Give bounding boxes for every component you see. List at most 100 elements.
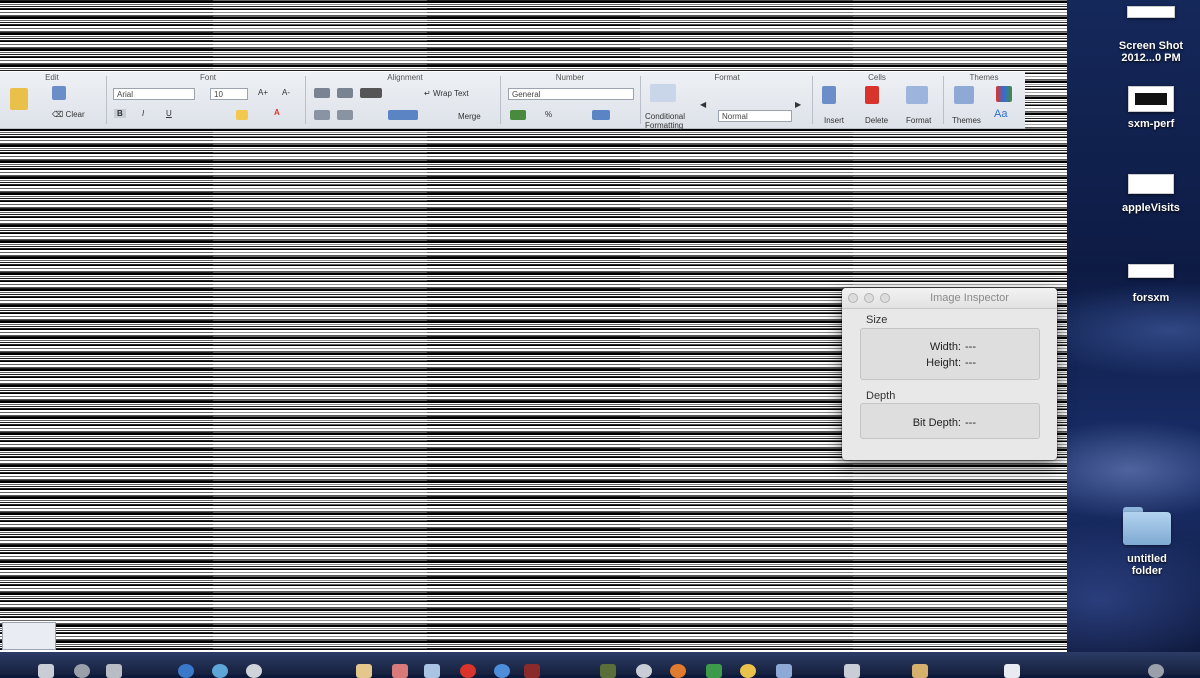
fill-color-icon[interactable]	[236, 110, 248, 120]
document-thumbnail-icon	[1128, 86, 1174, 112]
align-left-icon[interactable]	[314, 110, 330, 120]
ribbon-group-edit: Edit	[45, 73, 59, 82]
ribbon-group-font: Font	[199, 73, 216, 82]
normal-style-box[interactable]: Normal	[718, 110, 792, 122]
bit-depth-label: Bit Depth:	[912, 417, 961, 429]
chrome-icon[interactable]	[740, 664, 756, 678]
system-preferences-icon[interactable]	[636, 664, 652, 678]
underline-button[interactable]: U	[166, 109, 172, 118]
excel-ribbon: Edit Font Alignment Number Format Cells …	[0, 72, 1025, 130]
document-thumbnail-icon	[1128, 264, 1174, 278]
delete-button[interactable]: Delete	[865, 116, 888, 125]
indent-icon[interactable]	[388, 110, 418, 120]
font-size-box[interactable]: 10	[210, 88, 248, 100]
notes-icon[interactable]	[356, 664, 372, 678]
merge-button[interactable]: Merge	[458, 112, 481, 121]
grow-font-button[interactable]: A+	[258, 88, 268, 97]
desktop-item-label: sxm-perf	[1127, 118, 1175, 130]
app-store-icon[interactable]	[494, 664, 510, 678]
ribbon-separator	[500, 76, 501, 124]
desktop-item-applevisits[interactable]: appleVisits	[1113, 174, 1189, 214]
style-prev-arrow[interactable]: ◀	[700, 100, 706, 109]
desktop-item-untitled-folder[interactable]: untitled folder	[1109, 507, 1185, 577]
conditional-formatting-button[interactable]: Conditional Formatting	[645, 112, 685, 130]
wrap-text-button[interactable]: ↵ Wrap Text	[424, 89, 469, 98]
align-center-icon[interactable]	[337, 110, 353, 120]
fill-icon[interactable]	[52, 86, 66, 100]
bit-depth-value: ---	[965, 417, 976, 429]
font-name-box[interactable]: Arial	[113, 88, 195, 100]
ribbon-group-format: Format	[714, 73, 740, 82]
font-color-button[interactable]: A	[274, 108, 280, 117]
desktop-item-label: folder	[1131, 565, 1163, 577]
ribbon-group-cells: Cells	[868, 73, 886, 82]
inspector-titlebar[interactable]: Image Inspector	[842, 288, 1057, 309]
desktop-item-screenshot[interactable]: Screen Shot 2012...0 PM	[1113, 6, 1189, 64]
calendar-icon[interactable]	[392, 664, 408, 678]
eraser-icon: ⌫	[52, 110, 64, 119]
bold-button[interactable]: B	[114, 109, 126, 118]
textedit-icon[interactable]	[912, 664, 928, 678]
theme-fonts-button[interactable]: Aa	[994, 108, 1007, 120]
desktop-item-sxm-perf[interactable]: sxm-perf	[1113, 86, 1189, 130]
align-middle-icon[interactable]	[337, 88, 353, 98]
paste-icon[interactable]	[10, 88, 28, 110]
firefox-icon[interactable]	[670, 664, 686, 678]
photo-booth-icon[interactable]	[524, 664, 540, 678]
ribbon-separator	[305, 76, 306, 124]
terminal-icon[interactable]	[776, 664, 792, 678]
desktop-item-label: Screen Shot	[1118, 40, 1184, 52]
mission-control-icon[interactable]	[106, 664, 122, 678]
number-format-box[interactable]: General	[508, 88, 634, 100]
desktop-item-label: untitled	[1127, 553, 1167, 565]
insert-button[interactable]: Insert	[824, 116, 844, 125]
insert-cells-icon[interactable]	[822, 86, 836, 104]
align-top-icon[interactable]	[314, 88, 330, 98]
launchpad-icon[interactable]	[74, 664, 90, 678]
currency-icon[interactable]	[510, 110, 526, 120]
style-next-arrow[interactable]: ▶	[795, 100, 801, 109]
ribbon-separator	[106, 76, 107, 124]
delete-cells-icon[interactable]	[865, 86, 879, 104]
shrink-font-button[interactable]: A-	[282, 88, 290, 97]
safari-icon[interactable]	[178, 664, 194, 678]
size-box: Width: --- Height: ---	[860, 328, 1040, 380]
desktop-item-label: appleVisits	[1122, 202, 1180, 214]
excel-icon[interactable]	[600, 664, 616, 678]
height-label: Height:	[926, 357, 961, 369]
finder-icon[interactable]	[38, 664, 54, 678]
contacts-icon[interactable]	[246, 664, 262, 678]
height-value: ---	[965, 357, 976, 369]
conditional-formatting-icon[interactable]	[650, 84, 676, 102]
height-row: Height: ---	[861, 357, 976, 369]
sheet-thumbnail[interactable]	[2, 622, 56, 650]
format-button[interactable]: Format	[906, 116, 931, 125]
folder-icon	[1123, 507, 1171, 545]
utility-icon[interactable]	[844, 664, 860, 678]
width-label: Width:	[929, 341, 961, 353]
align-bottom-icon[interactable]	[360, 88, 382, 98]
desktop-item-label: 2012...0 PM	[1121, 52, 1181, 64]
itunes-icon[interactable]	[460, 664, 476, 678]
document-thumbnail-icon	[1128, 174, 1174, 194]
document-stack-icon[interactable]	[1004, 664, 1020, 678]
italic-button[interactable]: I	[142, 109, 144, 118]
mail-icon[interactable]	[212, 664, 228, 678]
themes-button[interactable]: Themes	[952, 116, 981, 125]
image-inspector-panel[interactable]: Image Inspector Size Width: --- Height: --…	[842, 288, 1057, 460]
percent-button[interactable]: %	[545, 110, 552, 119]
width-value: ---	[965, 341, 976, 353]
clear-button[interactable]: ⌫ Clear	[52, 110, 85, 119]
format-cells-icon[interactable]	[906, 86, 928, 104]
trash-icon[interactable]	[1148, 664, 1164, 678]
decimal-icon[interactable]	[592, 110, 610, 120]
preview-icon[interactable]	[424, 664, 440, 678]
themes-icon[interactable]	[954, 86, 974, 104]
wrap-text-icon: ↵	[424, 89, 431, 98]
theme-colors-icon[interactable]	[996, 86, 1012, 102]
ribbon-separator	[812, 76, 813, 124]
ribbon-group-themes: Themes	[969, 73, 999, 82]
messages-icon[interactable]	[706, 664, 722, 678]
bit-depth-row: Bit Depth: ---	[861, 417, 976, 429]
desktop-item-forsxm[interactable]: forsxm	[1113, 264, 1189, 304]
